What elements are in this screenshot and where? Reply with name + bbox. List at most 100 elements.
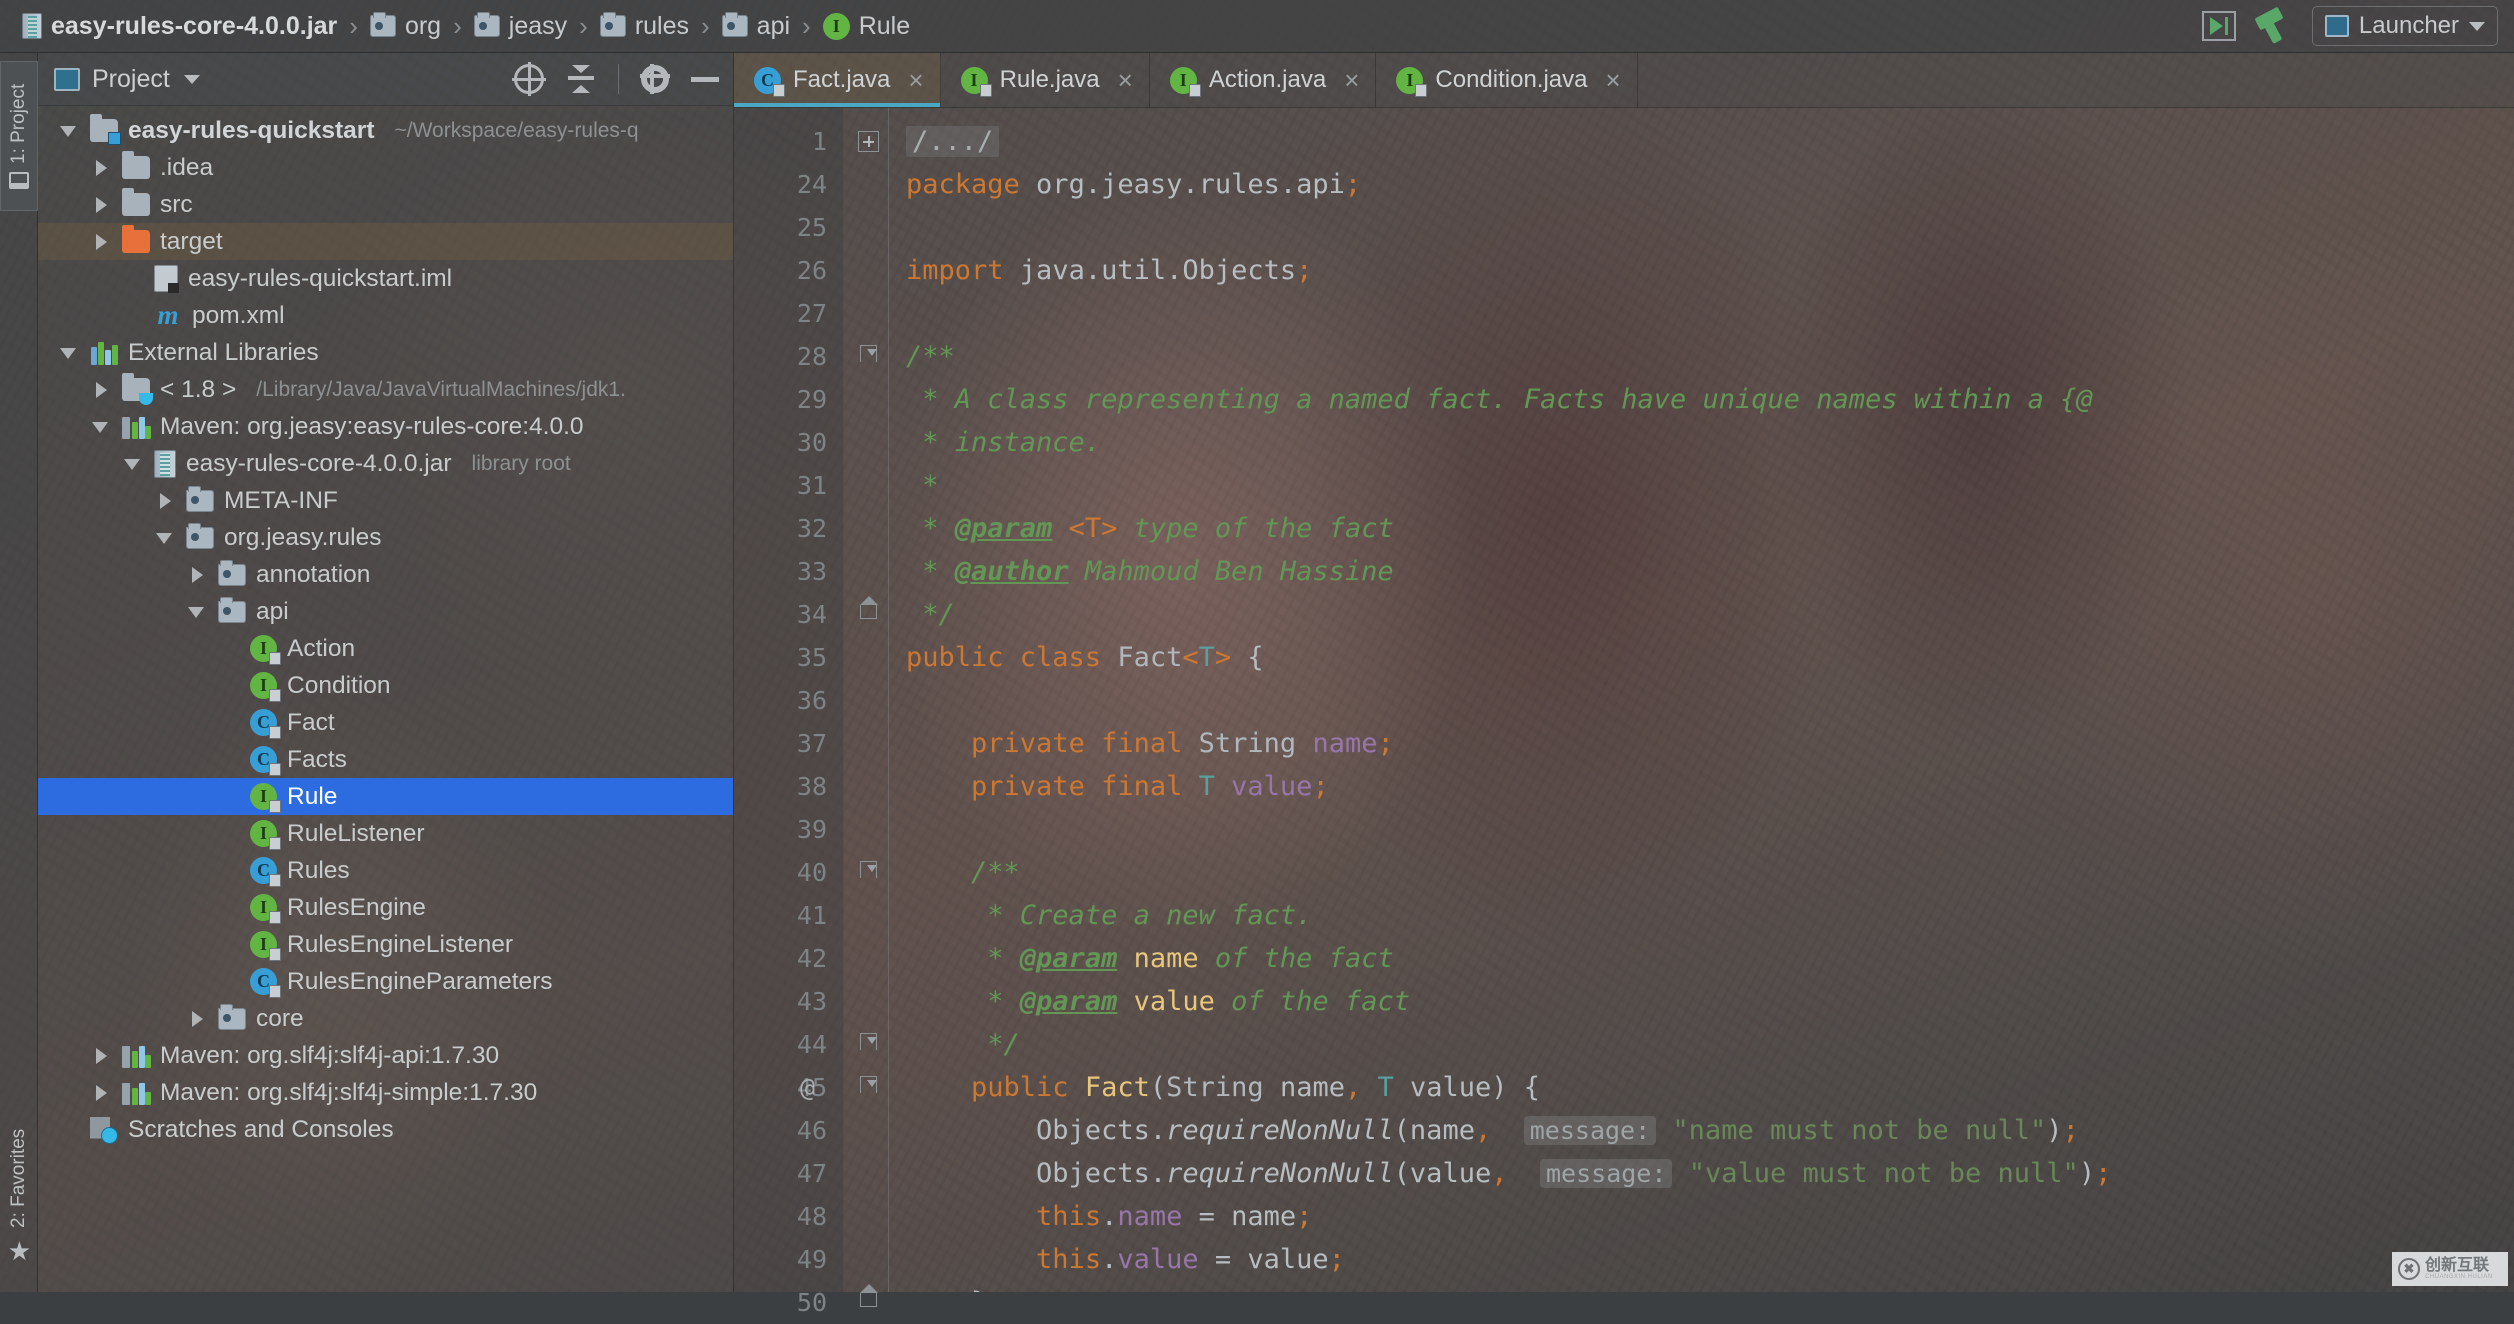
tree-toggle-expanded-icon[interactable] [58, 120, 80, 142]
gutter-marker-row[interactable] [844, 163, 906, 206]
gutter-marker-row[interactable] [844, 679, 906, 722]
close-icon[interactable]: × [1118, 67, 1133, 93]
gutter-marker-row[interactable]: @ [844, 1066, 906, 1109]
tree-node--1-8-[interactable]: < 1.8 >/Library/Java/JavaVirtualMachines… [38, 371, 733, 408]
gutter-marker-row[interactable] [844, 421, 906, 464]
gutter-marker-row[interactable] [844, 120, 906, 163]
breadcrumb-item-easy-rules-core-4-0-0-jar[interactable]: easy-rules-core-4.0.0.jar [0, 0, 341, 53]
tree-node-external-libraries[interactable]: External Libraries [38, 334, 733, 371]
breadcrumb-item-rule[interactable]: IRule [819, 0, 914, 53]
tree-toggle-expanded-icon[interactable] [58, 342, 80, 364]
tab-fact-java[interactable]: CFact.java× [734, 53, 941, 107]
build-project-button[interactable] [2254, 9, 2294, 43]
gutter-marker-row[interactable] [844, 378, 906, 421]
fold-marker-gutter[interactable]: @ [844, 108, 906, 1292]
tree-node-target[interactable]: target [38, 223, 733, 260]
tree-node--idea[interactable]: .idea [38, 149, 733, 186]
tree-node-action[interactable]: IAction [38, 630, 733, 667]
gutter-marker-row[interactable] [844, 464, 906, 507]
gutter-marker-row[interactable] [844, 894, 906, 937]
tree-node-facts[interactable]: CFacts [38, 741, 733, 778]
gutter-marker-row[interactable] [844, 851, 906, 894]
gutter-marker-row[interactable] [844, 808, 906, 851]
tree-toggle-expanded-icon[interactable] [122, 453, 144, 475]
tree-toggle-collapsed-icon[interactable] [90, 1082, 112, 1104]
gutter-marker-row[interactable] [844, 1281, 906, 1324]
fold-region-end-icon[interactable] [860, 605, 877, 619]
tree-node-org-jeasy-rules[interactable]: org.jeasy.rules [38, 519, 733, 556]
gutter-marker-row[interactable] [844, 1238, 906, 1281]
close-icon[interactable]: × [1344, 67, 1359, 93]
sidebar-item-project[interactable]: 1: Project [0, 61, 38, 211]
tree-toggle-collapsed-icon[interactable] [186, 564, 208, 586]
tree-node-easy-rules-quickstart-iml[interactable]: easy-rules-quickstart.iml [38, 260, 733, 297]
gutter-marker-row[interactable] [844, 636, 906, 679]
tree-node-meta-inf[interactable]: META-INF [38, 482, 733, 519]
gutter-marker-row[interactable] [844, 722, 906, 765]
tree-node-rulesengineparameters[interactable]: CRulesEngineParameters [38, 963, 733, 1000]
tree-toggle-collapsed-icon[interactable] [90, 194, 112, 216]
gutter-marker-row[interactable] [844, 1152, 906, 1195]
gutter-marker-row[interactable] [844, 1109, 906, 1152]
tab-condition-java[interactable]: ICondition.java× [1376, 53, 1637, 107]
tree-toggle-expanded-icon[interactable] [186, 601, 208, 623]
gutter-marker-row[interactable] [844, 593, 906, 636]
gutter-marker-row[interactable] [844, 249, 906, 292]
fold-region-start-icon[interactable] [860, 1076, 877, 1093]
code-editor[interactable]: 1242526272829303132333435363738394041424… [734, 108, 2514, 1292]
tree-node-src[interactable]: src [38, 186, 733, 223]
tree-toggle-collapsed-icon[interactable] [90, 157, 112, 179]
chevron-down-icon[interactable] [184, 75, 200, 84]
tree-node-rulelistener[interactable]: IRuleListener [38, 815, 733, 852]
gutter-marker-row[interactable] [844, 765, 906, 808]
collapse-all-icon[interactable] [566, 64, 596, 94]
gutter-marker-row[interactable] [844, 206, 906, 249]
gutter-marker-row[interactable] [844, 937, 906, 980]
run-button[interactable] [2202, 11, 2236, 41]
tree-node-maven-org-slf4j-slf4j-simple-1-7-30[interactable]: Maven: org.slf4j:slf4j-simple:1.7.30 [38, 1074, 733, 1111]
gutter-marker-row[interactable] [844, 550, 906, 593]
tree-toggle-expanded-icon[interactable] [154, 527, 176, 549]
tree-node-easy-rules-core-4-0-0-jar[interactable]: easy-rules-core-4.0.0.jarlibrary root [38, 445, 733, 482]
project-tree[interactable]: easy-rules-quickstart~/Workspace/easy-ru… [38, 106, 733, 1292]
gutter-marker-row[interactable] [844, 335, 906, 378]
gutter-marker-row[interactable] [844, 1195, 906, 1238]
breadcrumb-item-rules[interactable]: rules [596, 0, 693, 53]
tree-node-maven-org-jeasy-easy-rules-core-4-0-0[interactable]: Maven: org.jeasy:easy-rules-core:4.0.0 [38, 408, 733, 445]
fold-region-start-icon[interactable] [860, 861, 877, 878]
tree-toggle-collapsed-icon[interactable] [90, 379, 112, 401]
tab-action-java[interactable]: IAction.java× [1150, 53, 1377, 107]
tree-node-core[interactable]: core [38, 1000, 733, 1037]
tree-node-rulesenginelistener[interactable]: IRulesEngineListener [38, 926, 733, 963]
tree-node-rules[interactable]: CRules [38, 852, 733, 889]
tree-node-api[interactable]: api [38, 593, 733, 630]
code-text[interactable]: /.../package org.jeasy.rules.api; import… [906, 108, 2514, 1292]
gutter-marker-row[interactable] [844, 1023, 906, 1066]
settings-gear-icon[interactable] [641, 65, 669, 93]
fold-expand-icon[interactable] [858, 131, 879, 152]
locate-icon[interactable] [514, 64, 544, 94]
fold-region-start-icon[interactable] [860, 345, 877, 362]
tree-toggle-collapsed-icon[interactable] [154, 490, 176, 512]
fold-region-end-icon[interactable] [860, 1293, 877, 1307]
tree-toggle-expanded-icon[interactable] [90, 416, 112, 438]
close-icon[interactable]: × [1606, 67, 1621, 93]
tree-toggle-collapsed-icon[interactable] [90, 1045, 112, 1067]
tree-node-easy-rules-quickstart[interactable]: easy-rules-quickstart~/Workspace/easy-ru… [38, 112, 733, 149]
tree-node-rulesengine[interactable]: IRulesEngine [38, 889, 733, 926]
hide-window-icon[interactable] [691, 77, 719, 82]
tree-node-scratches-and-consoles[interactable]: Scratches and Consoles [38, 1111, 733, 1148]
sidebar-item-favorites[interactable]: ★ 2: Favorites [0, 1113, 38, 1283]
breadcrumb-item-api[interactable]: api [718, 0, 794, 53]
breadcrumb-item-org[interactable]: org [366, 0, 445, 53]
tree-node-maven-org-slf4j-slf4j-api-1-7-30[interactable]: Maven: org.slf4j:slf4j-api:1.7.30 [38, 1037, 733, 1074]
tree-node-fact[interactable]: CFact [38, 704, 733, 741]
gutter-marker-row[interactable] [844, 980, 906, 1023]
tree-node-annotation[interactable]: annotation [38, 556, 733, 593]
close-icon[interactable]: × [908, 67, 923, 93]
tab-rule-java[interactable]: IRule.java× [941, 53, 1150, 107]
breadcrumb-item-jeasy[interactable]: jeasy [470, 0, 571, 53]
tree-toggle-collapsed-icon[interactable] [90, 231, 112, 253]
gutter-marker-row[interactable] [844, 292, 906, 335]
fold-region-start-icon[interactable] [860, 1033, 877, 1050]
